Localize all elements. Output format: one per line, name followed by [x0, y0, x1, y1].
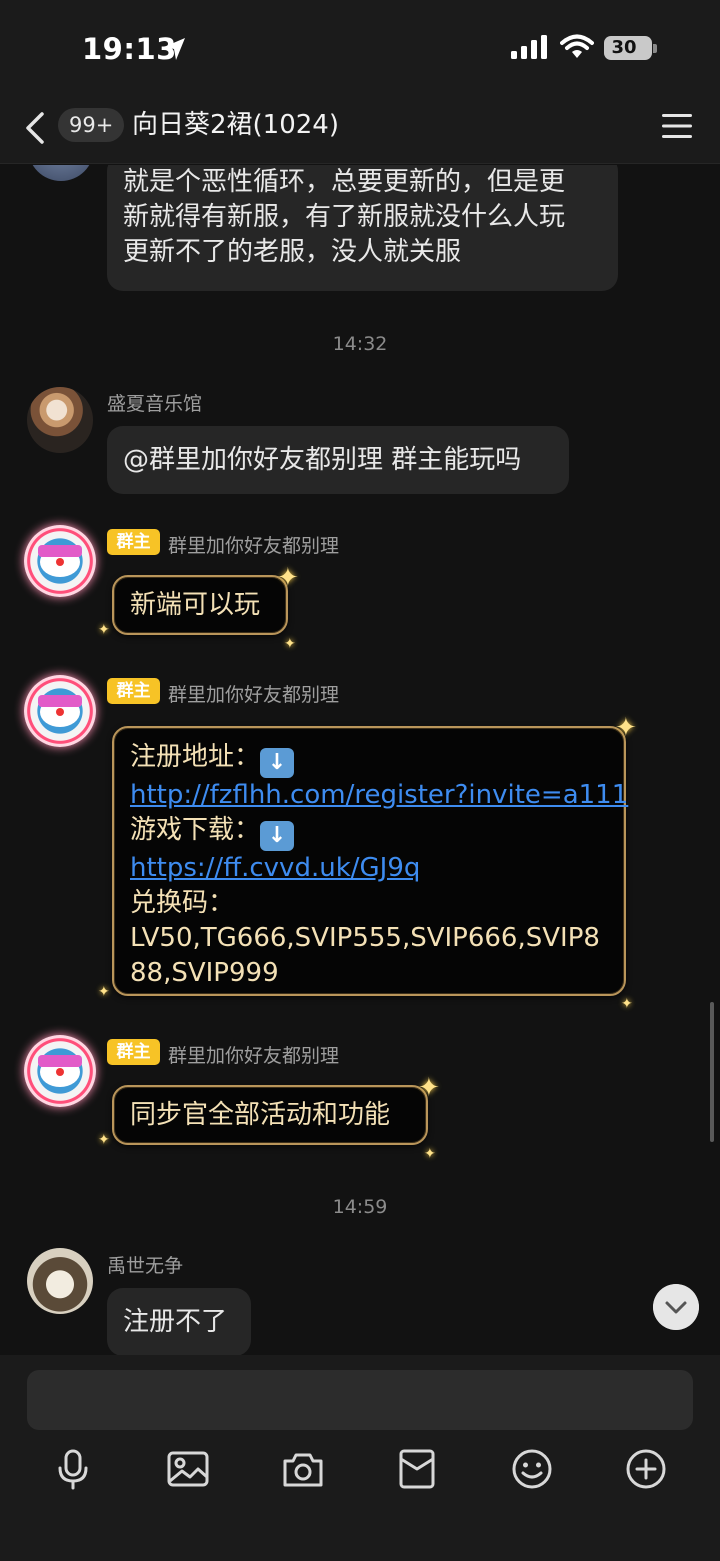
message-text: 注册不了: [123, 1307, 228, 1337]
owner-badge: 群主: [107, 678, 160, 704]
message-text: @群里加你好友都别理 群主能玩吗: [123, 445, 522, 475]
message-text: 同步官全部活动和功能: [130, 1100, 391, 1130]
scrollbar[interactable]: [710, 1002, 714, 1142]
scroll-to-bottom-button[interactable]: [653, 1284, 699, 1330]
avatar[interactable]: [27, 387, 93, 453]
chat-header: 99+ 向日葵2裙(1024): [0, 96, 720, 164]
message-text: 新端可以玩: [130, 590, 261, 620]
owner-badge: 群主: [107, 529, 160, 555]
avatar[interactable]: [24, 1035, 96, 1107]
emoji-icon[interactable]: [510, 1447, 554, 1491]
chevron-left-icon[interactable]: [20, 108, 52, 148]
message-bubble[interactable]: 新端可以玩: [112, 575, 288, 635]
hamburger-menu-icon[interactable]: [662, 112, 692, 140]
message-text: 就是个恶性循环，总要更新的，但是更: [123, 167, 566, 197]
message-bubble[interactable]: 注册地址： ↓ http://fzflhh.com/register?invite…: [112, 726, 628, 996]
sender-name[interactable]: 盛夏音乐馆: [107, 389, 202, 416]
sparkle-icon: ✦: [284, 636, 296, 652]
message-bubble[interactable]: 注册不了: [107, 1288, 251, 1355]
sparkle-icon: ✦: [98, 984, 110, 1000]
plus-icon[interactable]: [624, 1447, 668, 1491]
avatar-nose: [56, 558, 64, 566]
sparkle-icon: ✦: [621, 996, 633, 1012]
register-line: 注册地址： ↓: [130, 740, 608, 778]
avatar-nose: [56, 708, 64, 716]
message-text: 新就得有新服，有了新服就没什么人玩: [123, 202, 566, 232]
unread-badge[interactable]: 99+: [58, 108, 125, 142]
sparkle-icon: ✦: [424, 1146, 436, 1162]
avatar[interactable]: [27, 1248, 93, 1314]
register-link[interactable]: http://fzflhh.com/register?invite=a111: [130, 780, 628, 810]
battery-level: 30: [611, 37, 637, 58]
wifi-icon: [560, 34, 594, 58]
avatar[interactable]: [28, 165, 94, 181]
sparkle-icon: ✦: [98, 622, 110, 638]
message-list[interactable]: 就是个恶性循环，总要更新的，但是更 新就得有新服，有了新服就没什么人玩 更新不了…: [0, 165, 720, 1355]
message-text: 更新不了的老服，没人就关服: [123, 237, 462, 267]
avatar-glasses: [38, 695, 82, 707]
sparkle-icon: ✦: [98, 1132, 110, 1148]
timestamp-divider: 14:32: [332, 333, 388, 355]
avatar-glasses: [38, 1055, 82, 1067]
sparkle-icon: ✦: [277, 563, 299, 593]
avatar-glasses: [38, 545, 82, 557]
signal-icon: [511, 35, 547, 59]
code-text: LV50,TG666,SVIP555,SVIP666,SVIP8: [130, 923, 600, 953]
message-input[interactable]: [27, 1370, 693, 1430]
owner-badge: 群主: [107, 1039, 160, 1065]
download-line: 游戏下载： ↓: [130, 813, 608, 851]
image-icon[interactable]: [166, 1447, 210, 1491]
input-bar: [0, 1355, 720, 1561]
sender-name[interactable]: 禹世无争: [107, 1251, 183, 1278]
status-bar: 19:13 30: [0, 0, 720, 96]
register-label: 注册地址：: [130, 742, 261, 772]
battery-icon: 30: [604, 36, 652, 60]
avatar[interactable]: [24, 525, 96, 597]
sender-name[interactable]: 群里加你好友都别理: [168, 680, 339, 707]
battery-cap: [653, 44, 657, 53]
page-title: 向日葵2裙(1024): [132, 110, 339, 140]
timestamp-divider: 14:59: [332, 1196, 388, 1218]
down-arrow-icon: ↓: [260, 748, 295, 778]
download-label: 游戏下载：: [130, 815, 261, 845]
message-bubble[interactable]: 就是个恶性循环，总要更新的，但是更 新就得有新服，有了新服就没什么人玩 更新不了…: [107, 165, 618, 291]
camera-icon[interactable]: [281, 1447, 325, 1491]
location-arrow-icon: [164, 38, 185, 60]
sparkle-icon: ✦: [418, 1073, 440, 1103]
code-label: 兑换码：: [130, 888, 235, 918]
down-arrow-icon: ↓: [260, 821, 295, 851]
sparkle-icon: ✦: [615, 713, 637, 743]
sender-name[interactable]: 群里加你好友都别理: [168, 1041, 339, 1068]
avatar-nose: [56, 1068, 64, 1076]
microphone-icon[interactable]: [51, 1447, 95, 1491]
message-bubble[interactable]: @群里加你好友都别理 群主能玩吗: [107, 426, 569, 494]
download-link[interactable]: https://ff.cvvd.uk/GJ9q: [130, 853, 420, 883]
message-bubble[interactable]: 同步官全部活动和功能: [112, 1085, 428, 1145]
red-packet-icon[interactable]: [395, 1447, 439, 1491]
avatar[interactable]: [24, 675, 96, 747]
sender-name[interactable]: 群里加你好友都别理: [168, 531, 339, 558]
code-text: 88,SVIP999: [130, 958, 279, 988]
